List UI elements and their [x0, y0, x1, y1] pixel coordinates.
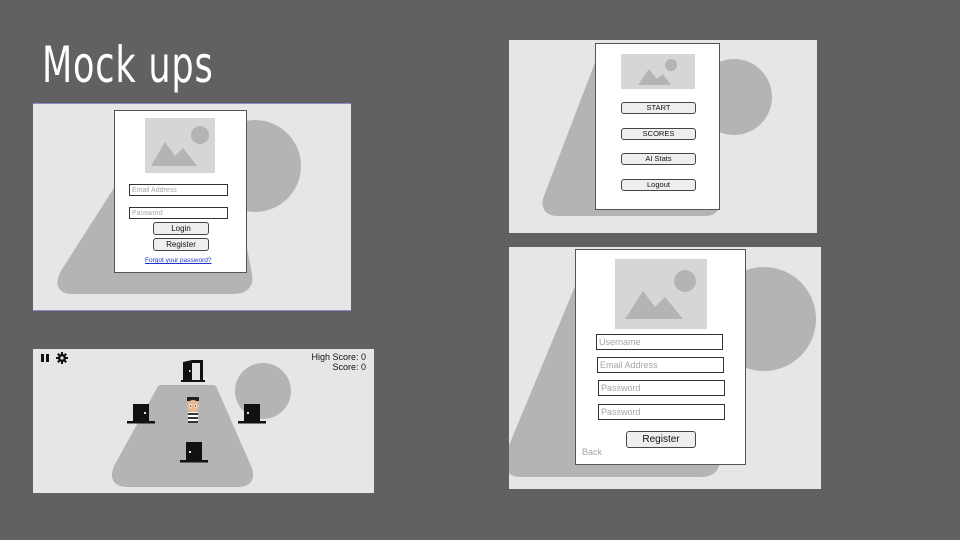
gear-icon[interactable]	[56, 352, 68, 364]
door-left-icon[interactable]	[127, 402, 155, 424]
door-bottom-icon[interactable]	[180, 440, 208, 464]
high-score-label: High Score: 0	[311, 352, 366, 362]
menu-card: START SCORES AI Stats Logout	[595, 43, 720, 210]
username-field[interactable]: Username	[596, 334, 723, 350]
image-placeholder-icon	[638, 59, 677, 85]
password-field[interactable]: Password	[598, 380, 725, 396]
back-link[interactable]: Back	[582, 447, 602, 457]
confirm-password-field[interactable]: Password	[598, 404, 725, 420]
menu-scores-button[interactable]: SCORES	[621, 128, 696, 140]
login-card: Email Address Password Login Register Fo…	[114, 110, 247, 273]
register-button[interactable]: Register	[626, 431, 696, 448]
image-placeholder-icon	[625, 270, 696, 319]
menu-mockup-panel: START SCORES AI Stats Logout	[509, 40, 817, 233]
menu-ai-stats-button[interactable]: AI Stats	[621, 153, 696, 165]
email-field[interactable]: Email Address	[129, 184, 228, 196]
image-placeholder-icon	[151, 126, 209, 166]
forgot-password-link[interactable]: Forgot your password?	[145, 257, 211, 264]
pause-icon[interactable]	[40, 353, 50, 363]
email-field[interactable]: Email Address	[597, 357, 724, 373]
image-placeholder	[615, 259, 707, 329]
register-button[interactable]: Register	[153, 238, 209, 251]
password-field[interactable]: Password	[129, 207, 228, 219]
image-placeholder	[621, 54, 695, 89]
door-open-icon[interactable]	[179, 358, 207, 382]
login-button[interactable]: Login	[153, 222, 209, 235]
register-card: Username Email Address Password Password…	[575, 249, 746, 465]
score-label: Score: 0	[332, 362, 366, 372]
image-placeholder	[145, 118, 215, 173]
slide-title: Mock ups	[42, 36, 214, 94]
menu-start-button[interactable]: START	[621, 102, 696, 114]
prisoner-icon[interactable]	[183, 396, 203, 426]
game-mockup-panel: High Score: 0 Score: 0	[33, 349, 374, 493]
register-mockup-panel: Username Email Address Password Password…	[509, 247, 821, 489]
door-right-icon[interactable]	[238, 402, 266, 424]
login-mockup-panel: Email Address Password Login Register Fo…	[33, 103, 351, 311]
menu-logout-button[interactable]: Logout	[621, 179, 696, 191]
